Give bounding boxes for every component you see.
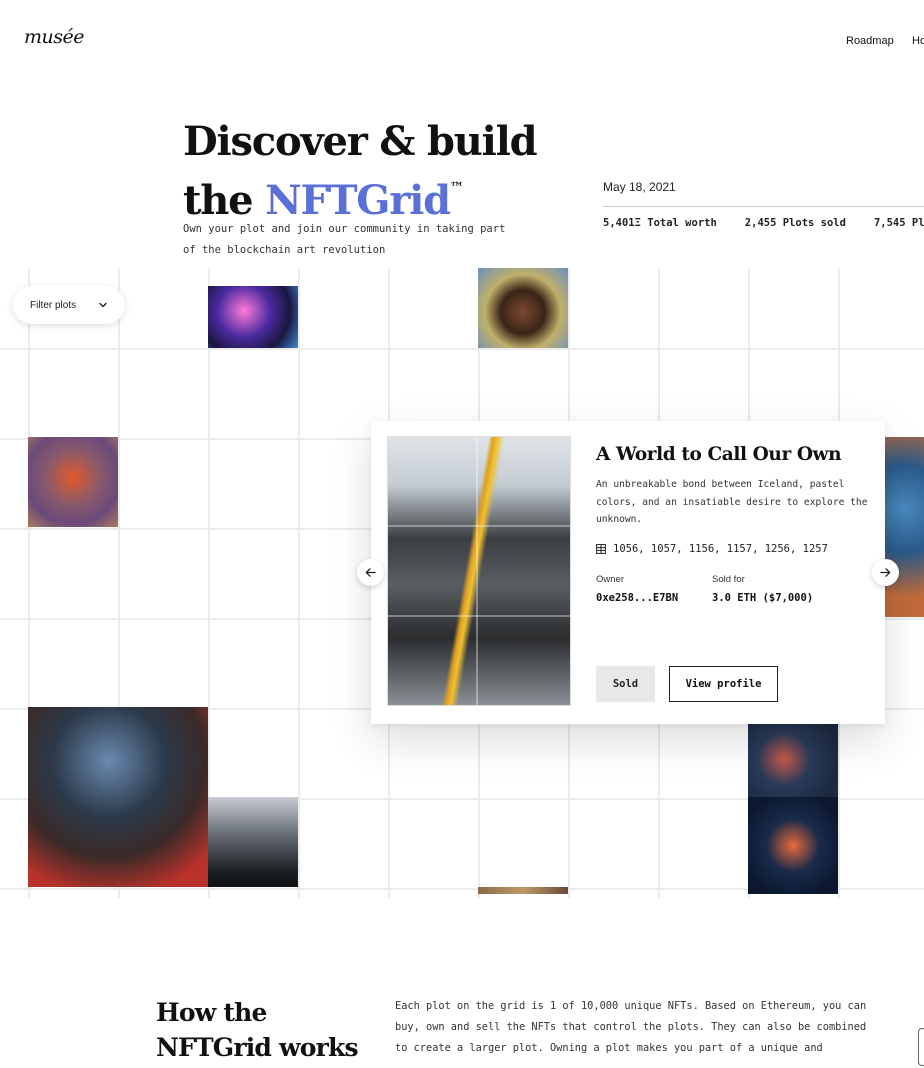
plot-detail-card: A World to Call Our Own An unbreakable b… (371, 421, 885, 724)
grid-plot-tile[interactable] (478, 887, 568, 894)
plot-numbers-text: 1056, 1057, 1156, 1157, 1256, 1257 (613, 543, 828, 555)
arrow-left-icon (365, 568, 376, 577)
sold-status-button[interactable]: Sold (596, 666, 655, 702)
plot-numbers: 1056, 1057, 1156, 1157, 1256, 1257 (596, 543, 828, 555)
grid-plot-tile[interactable] (28, 707, 208, 887)
grid-plot-tile[interactable] (208, 286, 298, 348)
arrow-right-icon (880, 568, 891, 577)
how-it-works-text: Each plot on the grid is 1 of 10,000 uni… (395, 1000, 867, 1054)
stat-plots-sold: 2,455 Plots sold (744, 217, 846, 229)
filter-plots-label: Filter plots (30, 299, 77, 311)
next-plot-button[interactable] (872, 559, 899, 586)
stats-date: May 18, 2021 (603, 180, 676, 194)
hero-title: Discover & build the NFTGrid™ (183, 118, 538, 224)
owner-label: Owner (596, 574, 624, 585)
sold-for-label: Sold for (712, 574, 745, 585)
how-it-works-title: How the NFTGrid works (156, 995, 359, 1065)
grid-plot-tile[interactable] (208, 797, 298, 887)
how-title-line2: NFTGrid works (156, 1033, 359, 1062)
grid-plot-tile[interactable] (884, 437, 924, 617)
stat-plots-available: 7,545 Pl (873, 217, 924, 229)
plot-artwork-image[interactable] (387, 436, 571, 706)
hero-title-prefix: the (183, 177, 266, 224)
grid-plot-tile[interactable] (748, 797, 838, 894)
logo[interactable]: musée (24, 26, 85, 48)
prev-plot-button[interactable] (357, 559, 384, 586)
hero-title-line1: Discover & build (183, 118, 538, 165)
grid-plot-tile[interactable] (28, 437, 118, 527)
grid-plot-tile[interactable] (478, 268, 568, 348)
sold-for-value: 3.0 ETH ($7,000) (712, 592, 814, 604)
plot-description: An unbreakable bond between Iceland, pas… (596, 479, 868, 525)
stat-total-worth: 5,401Ξ Total worth (603, 217, 717, 229)
hero-title-accent: NFTGrid (265, 177, 451, 224)
trademark-mark: ™ (449, 180, 464, 196)
hero-subtitle: Own your plot and join our community in … (183, 223, 506, 256)
stats-divider (603, 206, 924, 207)
owner-address[interactable]: 0xe258...E7BN (596, 592, 678, 604)
filter-plots-dropdown[interactable]: Filter plots (13, 286, 125, 324)
chevron-down-icon (99, 302, 107, 308)
view-profile-button[interactable]: View profile (669, 666, 778, 702)
how-title-line1: How the (156, 998, 267, 1027)
plot-title: A World to Call Our Own (596, 444, 842, 465)
stats-bar: 5,401Ξ Total worth 2,455 Plots sold 7,545 … (603, 217, 924, 229)
side-tab-widget[interactable] (918, 1028, 924, 1066)
grid-icon (596, 544, 606, 554)
nav-link-roadmap[interactable]: Roadmap (846, 35, 894, 47)
nav-link-ho[interactable]: Ho (912, 35, 924, 47)
grid-plot-tile[interactable] (748, 720, 838, 798)
